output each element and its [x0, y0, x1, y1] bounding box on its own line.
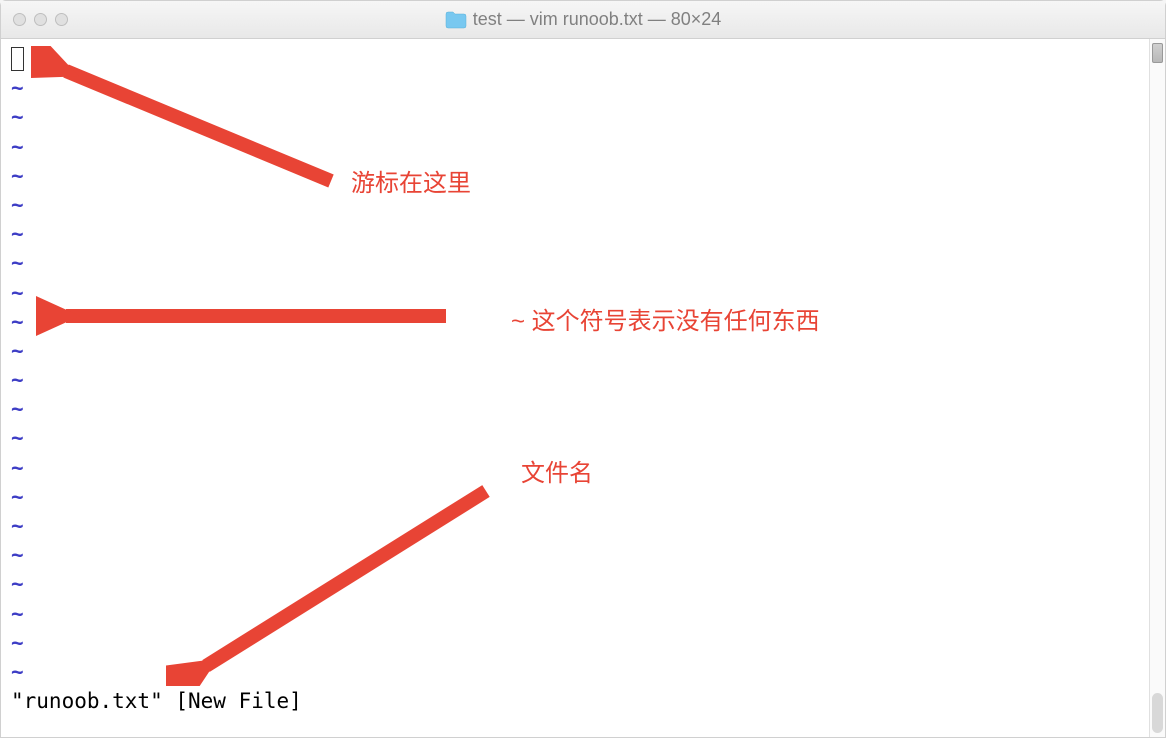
cursor-line: [11, 45, 1155, 74]
tilde-line: ~: [11, 629, 1155, 658]
tilde-line: ~: [11, 366, 1155, 395]
tilde-line: ~: [11, 395, 1155, 424]
tilde-line: ~: [11, 103, 1155, 132]
tilde-line: ~: [11, 483, 1155, 512]
tilde-line: ~: [11, 541, 1155, 570]
tilde-line: ~: [11, 308, 1155, 337]
tilde-line: ~: [11, 279, 1155, 308]
window-title: test — vim runoob.txt — 80×24: [1, 9, 1165, 30]
vim-status-line: "runoob.txt" [New File]: [11, 687, 1155, 716]
tilde-line: ~: [11, 337, 1155, 366]
tilde-line: ~: [11, 512, 1155, 541]
tilde-line: ~: [11, 133, 1155, 162]
tilde-line: ~: [11, 162, 1155, 191]
terminal-window: test — vim runoob.txt — 80×24 ~ ~ ~ ~ ~ …: [0, 0, 1166, 738]
tilde-line: ~: [11, 570, 1155, 599]
scrollbar-top-thumb[interactable]: [1152, 43, 1163, 63]
tilde-line: ~: [11, 658, 1155, 687]
tilde-line: ~: [11, 249, 1155, 278]
window-titlebar[interactable]: test — vim runoob.txt — 80×24: [1, 1, 1165, 39]
scrollbar-bottom-thumb[interactable]: [1152, 693, 1163, 733]
tilde-line: ~: [11, 424, 1155, 453]
terminal-content[interactable]: ~ ~ ~ ~ ~ ~ ~ ~ ~ ~ ~ ~ ~ ~ ~ ~ ~ ~ ~ ~ …: [1, 39, 1165, 737]
tilde-line: ~: [11, 220, 1155, 249]
folder-icon: [445, 11, 467, 29]
cursor: [11, 47, 24, 71]
traffic-lights: [13, 13, 68, 26]
close-button[interactable]: [13, 13, 26, 26]
scrollbar[interactable]: [1149, 39, 1165, 737]
tilde-line: ~: [11, 74, 1155, 103]
tilde-line: ~: [11, 191, 1155, 220]
maximize-button[interactable]: [55, 13, 68, 26]
minimize-button[interactable]: [34, 13, 47, 26]
tilde-line: ~: [11, 454, 1155, 483]
window-title-text: test — vim runoob.txt — 80×24: [473, 9, 722, 30]
tilde-line: ~: [11, 600, 1155, 629]
